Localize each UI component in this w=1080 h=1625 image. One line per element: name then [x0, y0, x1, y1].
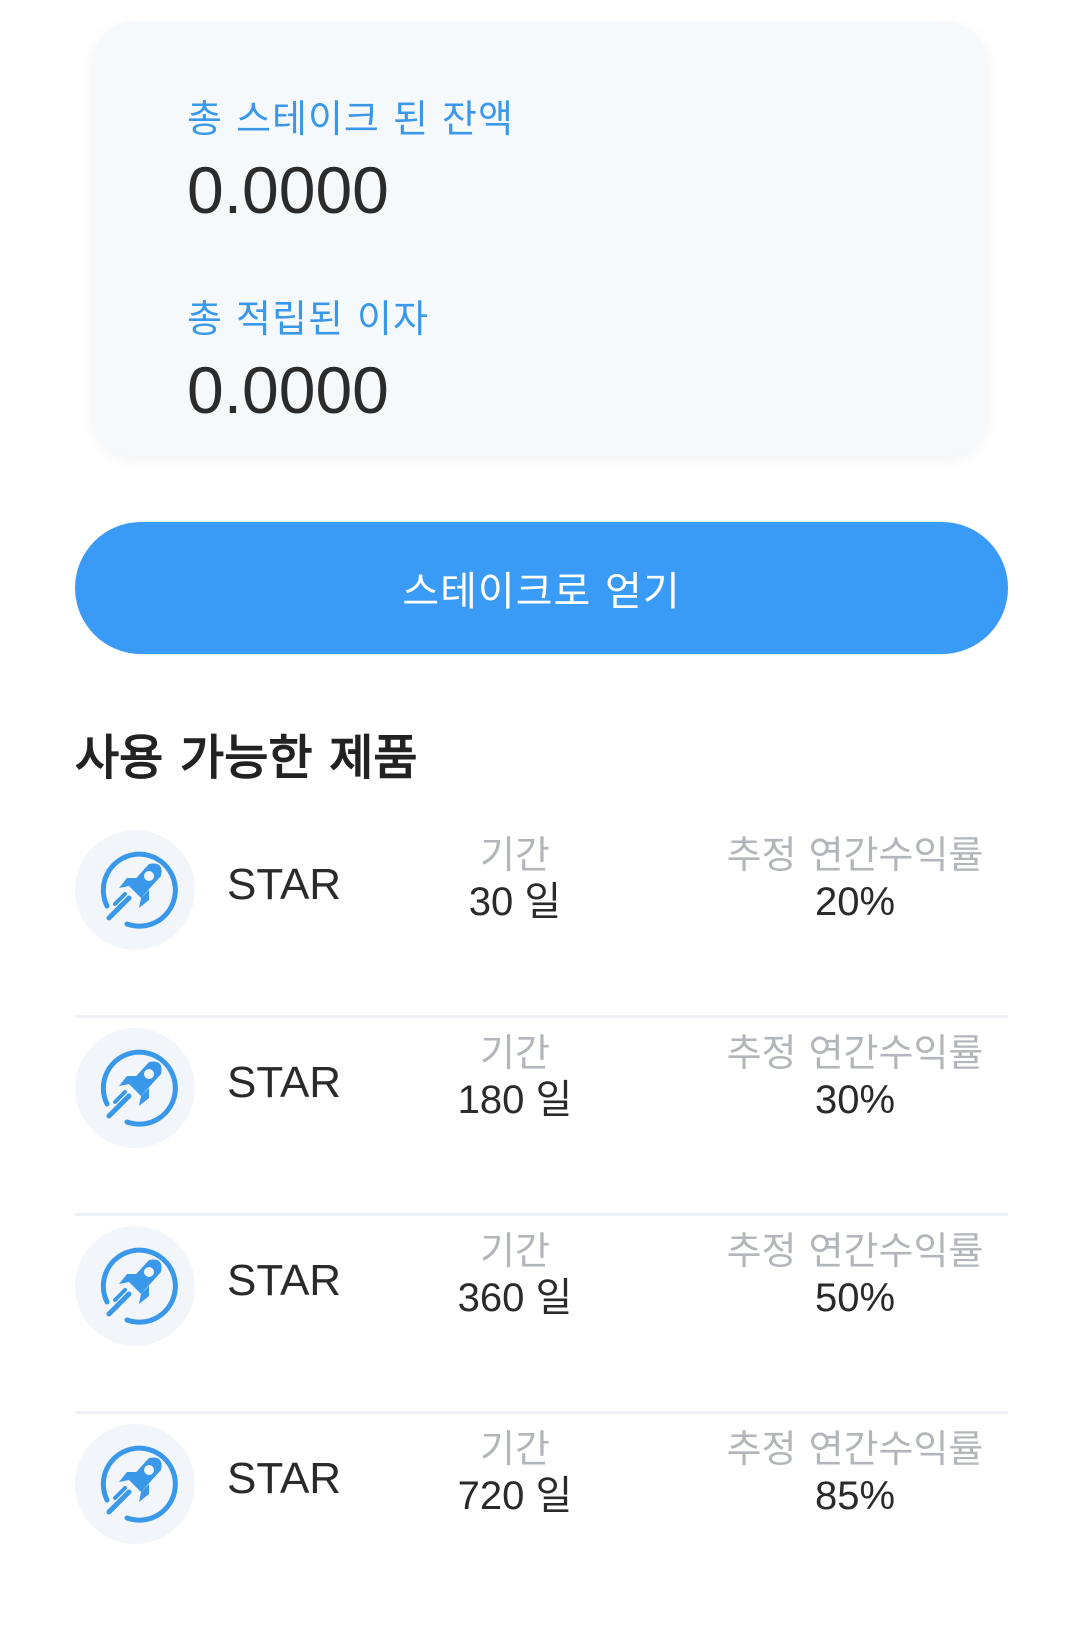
period-value: 30 일: [468, 880, 562, 924]
apy-value: 85%: [814, 1474, 896, 1518]
period-column: 기간 720 일: [415, 1426, 615, 1520]
product-name: STAR: [227, 860, 342, 909]
total-staked-value: 0.0000: [187, 153, 389, 227]
available-products-title: 사용 가능한 제품: [75, 730, 418, 786]
product-name: STAR: [227, 1454, 342, 1503]
product-name: STAR: [227, 1058, 342, 1107]
period-column: 기간 180 일: [415, 1030, 615, 1124]
product-name: STAR: [227, 1256, 342, 1305]
rocket-icon: [75, 1424, 195, 1544]
apy-label: 추정 연간수익률: [726, 1031, 984, 1075]
rocket-icon: [75, 1028, 195, 1148]
total-interest-value: 0.0000: [187, 353, 389, 427]
period-value: 360 일: [457, 1276, 573, 1320]
product-row[interactable]: STAR 기간 360 일 추정 연간수익률 50%: [75, 1216, 1008, 1414]
apy-value: 50%: [814, 1276, 896, 1320]
apy-column: 추정 연간수익률 30%: [695, 1030, 1015, 1124]
apy-label: 추정 연간수익률: [726, 1229, 984, 1273]
product-row[interactable]: STAR 기간 180 일 추정 연간수익률 30%: [75, 1018, 1008, 1216]
apy-label: 추정 연간수익률: [726, 1427, 984, 1471]
apy-column: 추정 연간수익률 85%: [695, 1426, 1015, 1520]
apy-value: 30%: [814, 1078, 896, 1122]
apy-column: 추정 연간수익률 20%: [695, 832, 1015, 926]
rocket-icon: [75, 830, 195, 950]
apy-column: 추정 연간수익률 50%: [695, 1228, 1015, 1322]
apy-label: 추정 연간수익률: [726, 833, 984, 877]
total-staked-label: 총 스테이크 된 잔액: [187, 97, 514, 141]
period-label: 기간: [480, 833, 550, 877]
period-label: 기간: [480, 1427, 550, 1471]
rocket-icon: [75, 1226, 195, 1346]
apy-value: 20%: [814, 880, 896, 924]
product-list: STAR 기간 30 일 추정 연간수익률 20% STAR 기간 180 일: [75, 820, 1008, 1612]
stake-earn-button[interactable]: 스테이크로 얻기: [75, 522, 1008, 654]
product-row[interactable]: STAR 기간 30 일 추정 연간수익률 20%: [75, 820, 1008, 1018]
total-interest-label: 총 적립된 이자: [187, 297, 429, 341]
staking-summary-card: 총 스테이크 된 잔액 0.0000 총 적립된 이자 0.0000: [93, 22, 987, 456]
period-value: 720 일: [457, 1474, 573, 1518]
period-column: 기간 30 일: [415, 832, 615, 926]
period-value: 180 일: [457, 1078, 573, 1122]
period-column: 기간 360 일: [415, 1228, 615, 1322]
period-label: 기간: [480, 1031, 550, 1075]
product-row[interactable]: STAR 기간 720 일 추정 연간수익률 85%: [75, 1414, 1008, 1612]
period-label: 기간: [480, 1229, 550, 1273]
